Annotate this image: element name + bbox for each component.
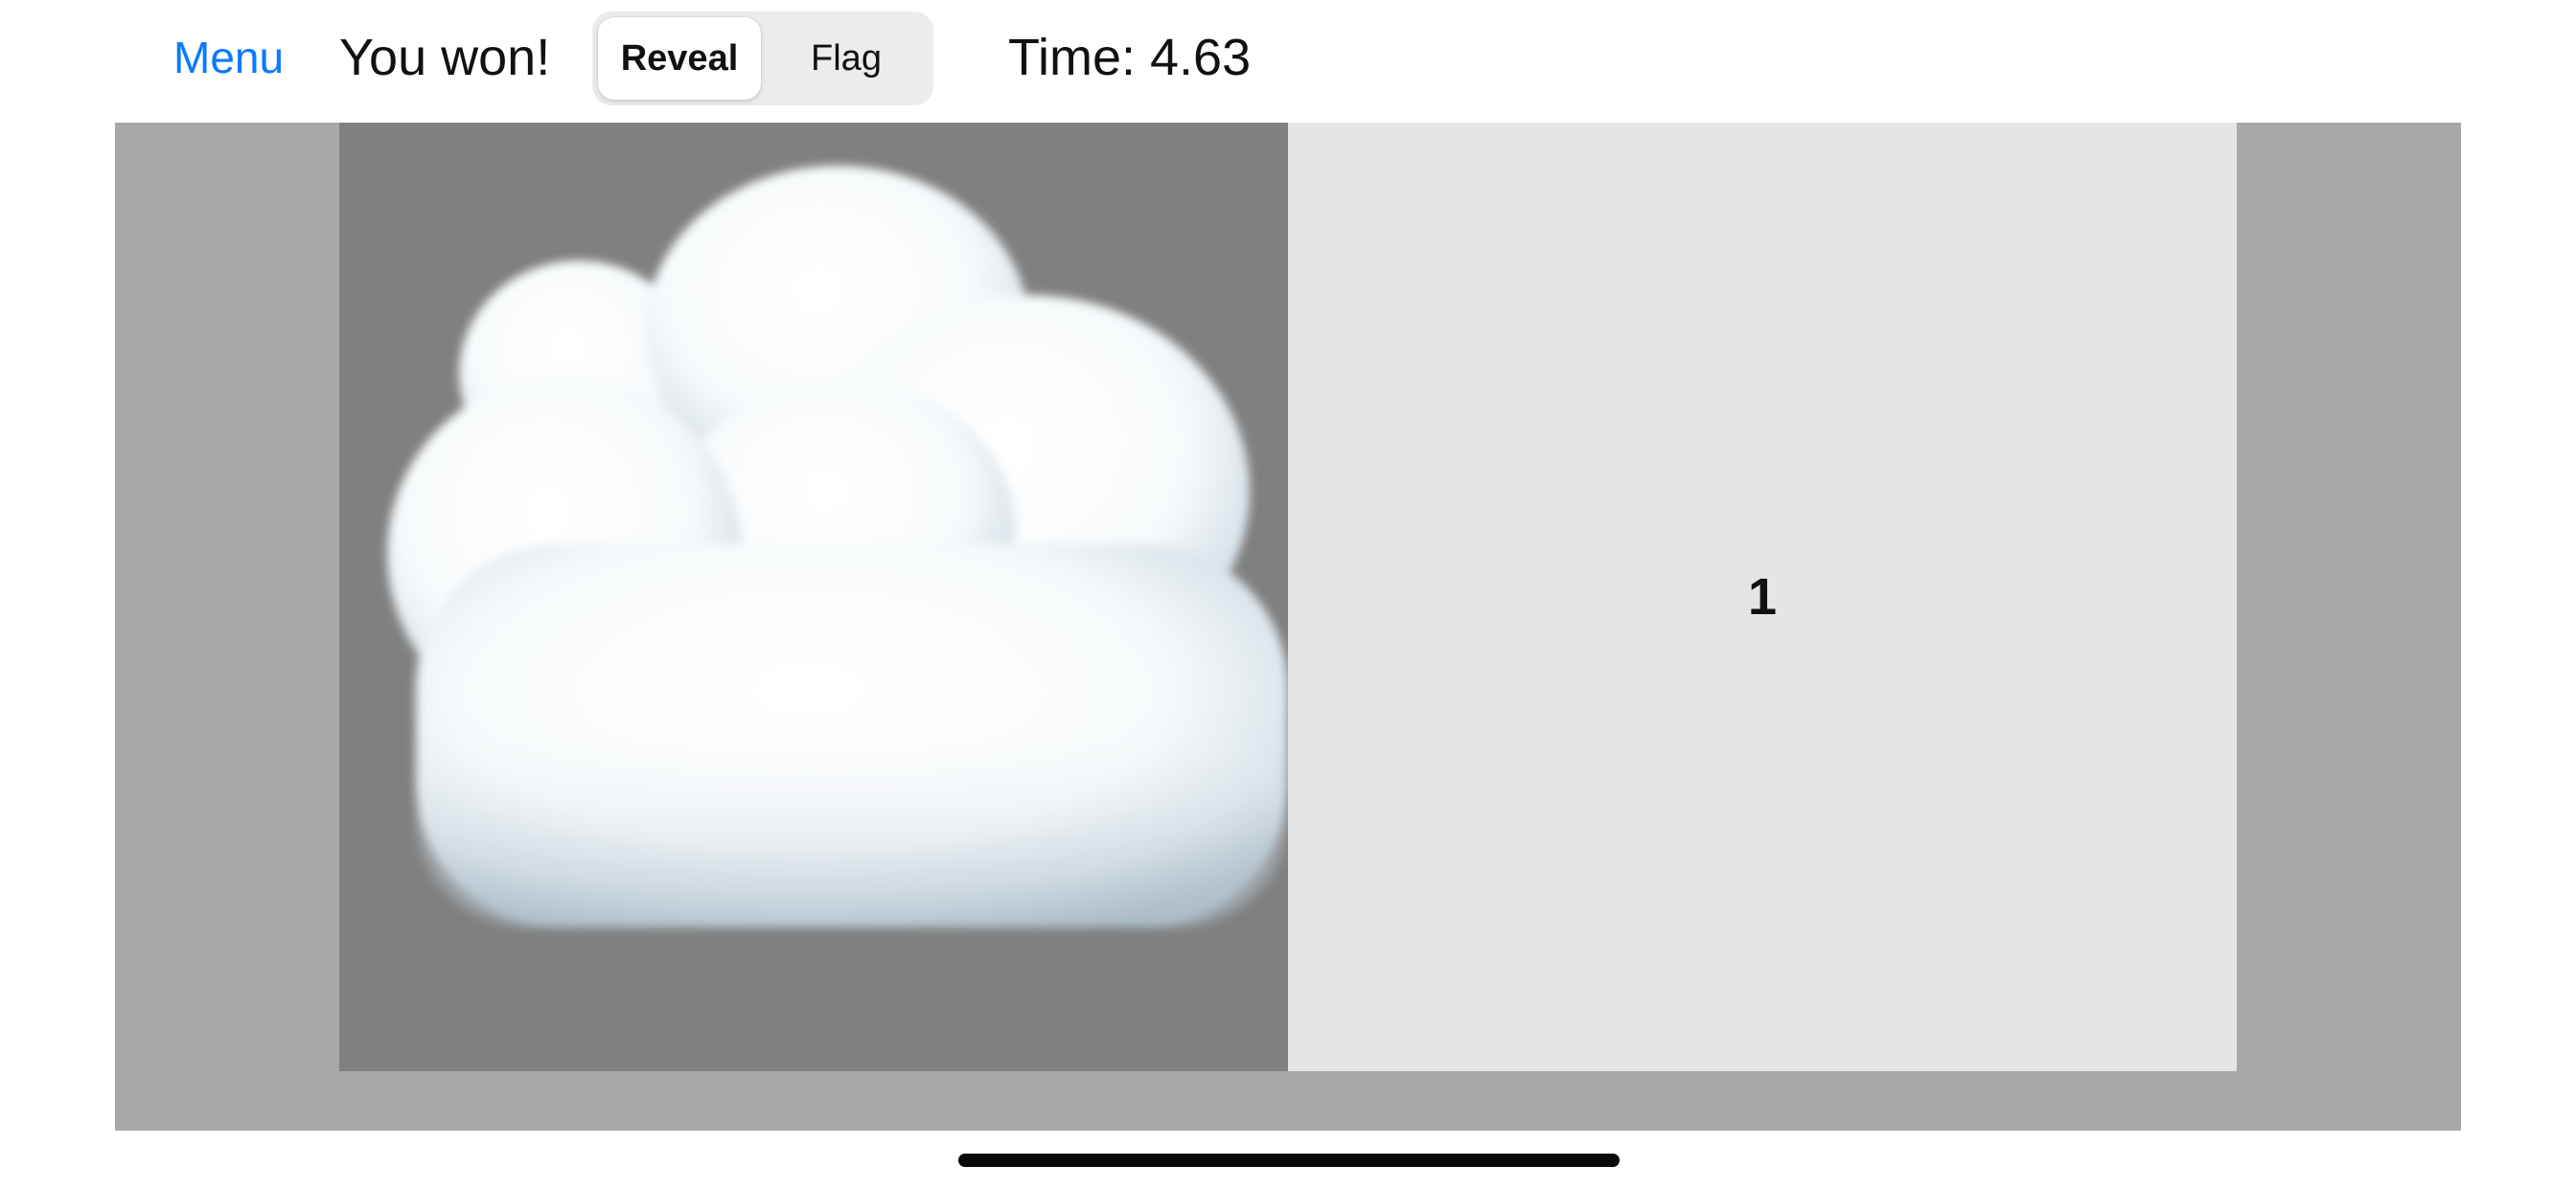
reveal-mode-segment[interactable]: Reveal xyxy=(598,17,761,100)
game-board: 1 xyxy=(115,123,2461,1131)
menu-button[interactable]: Menu xyxy=(173,27,284,88)
timer-display: Time: 4.63 xyxy=(1008,29,1252,86)
mode-segmented-control: Reveal Flag xyxy=(592,11,933,105)
home-indicator[interactable] xyxy=(958,1154,1620,1167)
top-toolbar: Menu You won! Reveal Flag Time: 4.63 xyxy=(0,0,2576,123)
cloud-icon xyxy=(387,166,1288,927)
board-cell-revealed[interactable]: 1 xyxy=(1288,123,2237,1071)
flag-mode-segment[interactable]: Flag xyxy=(765,17,928,100)
adjacent-count-label: 1 xyxy=(1747,568,1778,626)
board-cell-cloud[interactable] xyxy=(339,123,1288,1071)
game-status-text: You won! xyxy=(339,29,551,86)
